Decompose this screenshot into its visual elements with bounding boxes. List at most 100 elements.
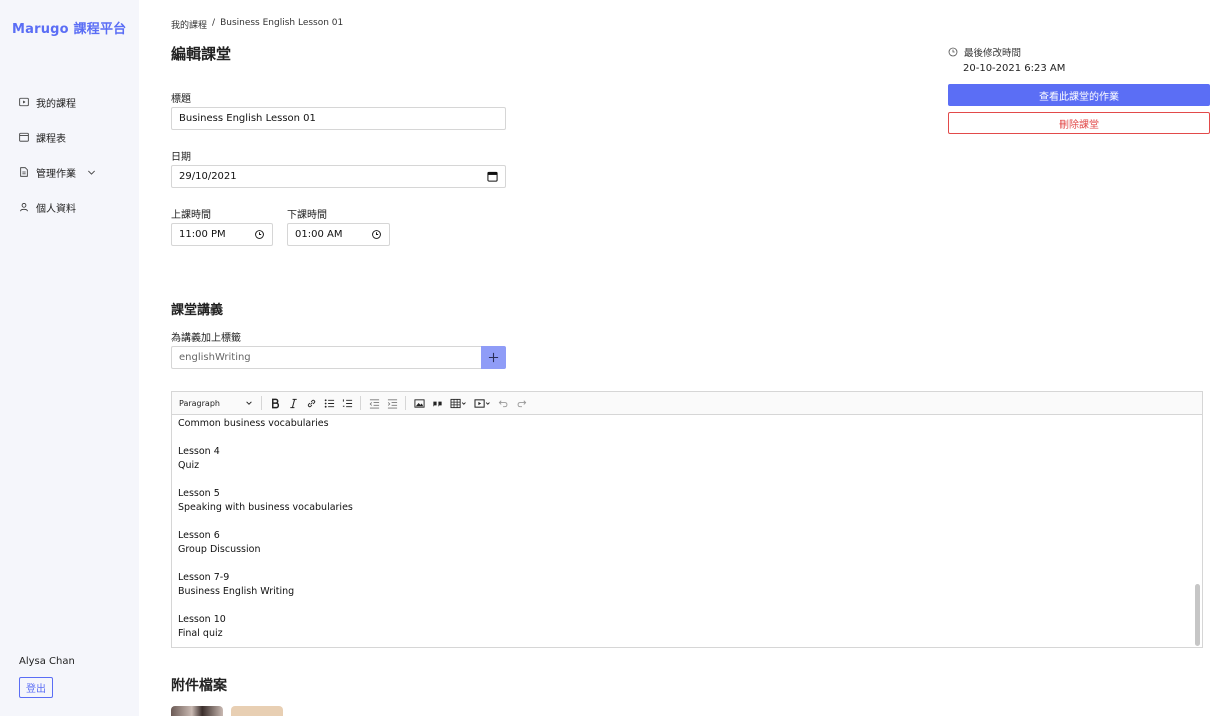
start-time-value: 11:00 PM — [179, 229, 226, 240]
chevron-down-icon[interactable] — [87, 168, 96, 177]
breadcrumb: 我的課程 / Business English Lesson 01 — [171, 18, 343, 31]
editor-paragraph: Speaking with business vocabularies — [178, 502, 353, 513]
editor-paragraph: Lesson 4 — [178, 446, 220, 457]
date-label: 日期 — [171, 152, 191, 163]
editor-scrollbar[interactable] — [1193, 418, 1200, 646]
scrollbar-thumb[interactable] — [1195, 584, 1200, 646]
delete-lesson-button[interactable]: 刪除課堂 — [948, 112, 1210, 134]
end-time-input[interactable]: 01:00 AM — [287, 223, 390, 246]
editor-paragraph — [178, 599, 1188, 613]
paragraph-format-select[interactable]: Paragraph — [179, 394, 257, 412]
user-name: Alysa Chan — [19, 656, 75, 667]
last-modified-value: 20-10-2021 6:23 AM — [963, 63, 1066, 74]
add-tag-button[interactable] — [481, 346, 506, 369]
start-time-input[interactable]: 11:00 PM — [171, 223, 273, 246]
notes-section-title: 課堂講義 — [171, 303, 224, 318]
link-icon — [307, 399, 315, 407]
italic-icon — [289, 398, 297, 408]
sidebar-item-my-courses[interactable]: 我的課程 — [19, 92, 76, 112]
redo-icon — [517, 399, 526, 407]
attachment-thumbnail[interactable] — [231, 706, 283, 716]
editor-paragraph: Lesson 5 — [178, 488, 220, 499]
sidebar-item-label: 我的課程 — [36, 98, 76, 110]
breadcrumb-separator: / — [212, 18, 216, 28]
title-input-value: Business English Lesson 01 — [179, 113, 316, 124]
start-time-label: 上課時間 — [171, 210, 211, 221]
bulleted-list-button[interactable] — [320, 394, 338, 412]
breadcrumb-parent[interactable]: 我的課程 — [171, 18, 207, 31]
quote-icon — [432, 401, 442, 407]
media-icon — [473, 398, 490, 408]
insert-image-button[interactable] — [410, 394, 428, 412]
last-modified: 最後修改時間 20-10-2021 6:23 AM — [948, 45, 1065, 74]
sidebar-item-schedule[interactable]: 課程表 — [19, 127, 66, 147]
numbered-list-icon — [342, 398, 352, 407]
tag-input[interactable]: englishWriting — [171, 346, 482, 369]
outdent-button[interactable] — [365, 394, 383, 412]
insert-table-button[interactable] — [446, 394, 470, 412]
sidebar-item-manage-homework[interactable]: 管理作業 — [19, 162, 96, 182]
date-input[interactable]: 29/10/2021 — [171, 165, 506, 188]
editor-paragraph: Lesson 6 — [178, 530, 220, 541]
brand-logo[interactable]: Marugo 課程平台 — [12, 18, 126, 37]
toolbar-divider — [360, 396, 361, 410]
bulleted-list-icon — [324, 398, 334, 408]
editor-paragraph: Group Discussion — [178, 544, 261, 555]
end-time-label: 下課時間 — [287, 210, 327, 221]
bold-button[interactable] — [266, 394, 284, 412]
editor-paragraph: Business English Writing — [178, 586, 295, 597]
editor-paragraph — [178, 473, 1188, 487]
editor-paragraph: Final quiz — [178, 628, 223, 639]
editor-paragraph — [178, 431, 1188, 445]
undo-icon — [498, 399, 507, 407]
breadcrumb-current: Business English Lesson 01 — [220, 18, 344, 28]
italic-button[interactable] — [284, 394, 302, 412]
editor-paragraph — [178, 557, 1188, 571]
logout-button[interactable]: 登出 — [19, 677, 53, 698]
title-input[interactable]: Business English Lesson 01 — [171, 107, 506, 130]
last-modified-label: 最後修改時間 — [964, 48, 1022, 59]
editor-toolbar: Paragraph — [172, 392, 1202, 415]
play-square-icon — [19, 97, 29, 107]
view-homework-button[interactable]: 查看此課堂的作業 — [948, 84, 1210, 106]
paragraph-format-value: Paragraph — [179, 398, 220, 408]
date-input-value: 29/10/2021 — [179, 171, 237, 182]
editor-paragraph: Quiz — [178, 460, 200, 471]
sidebar-item-profile[interactable]: 個人資料 — [19, 197, 76, 217]
sidebar: Marugo 課程平台 我的課程 課程表 管理作業 個人資料 Alysa Cha… — [0, 0, 139, 716]
title-label: 標題 — [171, 94, 191, 105]
tag-input-value: englishWriting — [179, 352, 251, 363]
toolbar-divider — [405, 396, 406, 410]
indent-button[interactable] — [383, 394, 401, 412]
editor-paragraph — [178, 515, 1188, 529]
block-quote-button[interactable] — [428, 394, 446, 412]
toolbar-divider — [261, 396, 262, 410]
clock-icon[interactable] — [254, 229, 265, 240]
clock-icon[interactable] — [371, 229, 382, 240]
undo-button[interactable] — [494, 394, 512, 412]
table-icon — [450, 398, 466, 408]
sidebar-item-label: 個人資料 — [36, 203, 76, 215]
attachments-title: 附件檔案 — [171, 678, 227, 694]
indent-icon — [387, 398, 397, 408]
page-title: 編輯課堂 — [171, 45, 232, 63]
insert-media-button[interactable] — [470, 394, 494, 412]
document-icon — [20, 167, 28, 177]
end-time-value: 01:00 AM — [295, 229, 343, 240]
redo-button[interactable] — [512, 394, 530, 412]
calendar-icon[interactable] — [487, 171, 498, 182]
chevron-down-icon — [246, 401, 252, 405]
editor-paragraph: Common business vocabularies — [178, 418, 329, 429]
calendar-icon — [19, 132, 29, 142]
clock-icon — [948, 47, 958, 57]
sidebar-item-label: 課程表 — [36, 133, 66, 145]
tag-label: 為講義加上標籤 — [171, 333, 241, 344]
rich-text-editor: Paragraph Common business vocabularies Le… — [171, 391, 1203, 648]
user-icon — [20, 203, 28, 212]
image-icon — [413, 398, 425, 408]
editor-content[interactable]: Common business vocabularies Lesson 4 Quiz… — [172, 415, 1194, 647]
sidebar-item-label: 管理作業 — [36, 168, 76, 180]
numbered-list-button[interactable] — [338, 394, 356, 412]
attachment-thumbnail[interactable] — [171, 706, 223, 716]
link-button[interactable] — [302, 394, 320, 412]
